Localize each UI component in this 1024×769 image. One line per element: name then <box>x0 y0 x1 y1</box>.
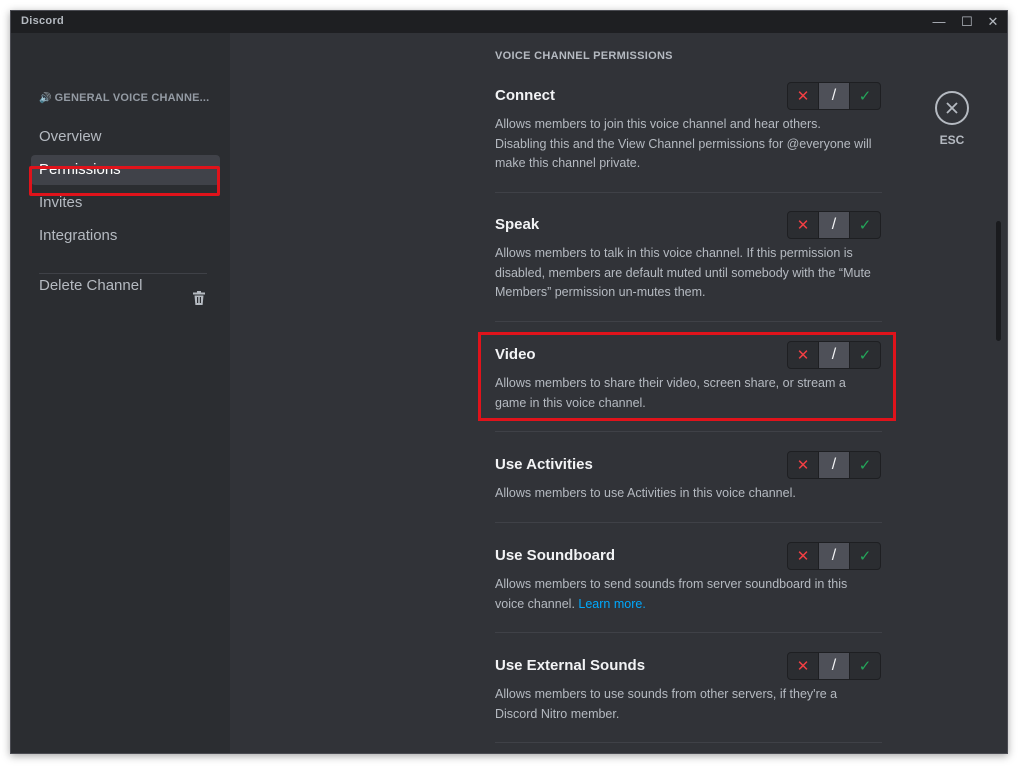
sidebar-item-label: Integrations <box>39 227 118 244</box>
sidebar-item-overview[interactable]: Overview <box>31 122 220 152</box>
sidebar-item-label: Invites <box>39 194 83 211</box>
deny-icon[interactable]: ✕ <box>788 452 818 478</box>
deny-icon[interactable]: ✕ <box>788 83 818 109</box>
permission-description: Allows members to use sounds from other … <box>495 687 838 721</box>
permission-description: Allows members to join this voice channe… <box>495 117 872 170</box>
speaker-icon: 🔊 <box>39 93 52 104</box>
permission-name: Connect <box>495 87 555 104</box>
channel-header: 🔊 GENERAL VOICE CHANNE... <box>39 92 209 104</box>
permission-toggle: ✕ / ✓ <box>787 82 881 110</box>
permission-toggle: ✕ / ✓ <box>787 211 881 239</box>
app-title: Discord <box>21 15 65 27</box>
allow-icon[interactable]: ✓ <box>849 653 880 679</box>
permission-name: Speak <box>495 216 540 233</box>
close-settings-button[interactable] <box>935 91 969 125</box>
channel-header-label: GENERAL VOICE CHANNE... <box>54 92 210 104</box>
permission-divider <box>495 192 882 193</box>
sidebar-item-label: Overview <box>39 128 102 145</box>
permission-description-text: Allows members to send sounds from serve… <box>495 577 848 611</box>
discord-window: Discord — ☐ ✕ 🔊 GENERAL VOICE CHANNE... O… <box>10 10 1008 754</box>
permission-toggle: ✕ / ✓ <box>787 451 881 479</box>
allow-icon[interactable]: ✓ <box>849 212 880 238</box>
permission-toggle: ✕ / ✓ <box>787 542 881 570</box>
permission-name: Use Soundboard <box>495 547 616 564</box>
trash-icon[interactable] <box>193 291 205 305</box>
maximize-icon[interactable]: ☐ <box>953 11 981 33</box>
learn-more-link[interactable]: Learn more. <box>578 597 645 611</box>
neutral-icon[interactable]: / <box>818 543 849 569</box>
allow-icon[interactable]: ✓ <box>849 543 880 569</box>
permission-description: Allows members to use Activities in this… <box>495 486 796 500</box>
settings-sidebar: 🔊 GENERAL VOICE CHANNE... Overview Permis… <box>11 33 230 753</box>
sidebar-item-invites[interactable]: Invites <box>31 188 220 218</box>
permission-name: Use Activities <box>495 456 593 473</box>
neutral-icon[interactable]: / <box>818 653 849 679</box>
permission-description: Allows members to talk in this voice cha… <box>495 246 871 299</box>
permission-divider <box>495 321 882 322</box>
section-title: VOICE CHANNEL PERMISSIONS <box>495 50 673 62</box>
deny-icon[interactable]: ✕ <box>788 653 818 679</box>
permission-divider <box>495 431 882 432</box>
permission-divider <box>495 632 882 633</box>
delete-channel-label: Delete Channel <box>39 277 143 294</box>
title-bar: Discord — ☐ ✕ <box>11 11 1007 33</box>
neutral-icon[interactable]: / <box>818 452 849 478</box>
permission-toggle: ✕ / ✓ <box>787 652 881 680</box>
allow-icon[interactable]: ✓ <box>849 83 880 109</box>
esc-label: ESC <box>939 133 965 147</box>
close-icon <box>946 102 958 114</box>
close-window-icon[interactable]: ✕ <box>979 11 1007 33</box>
neutral-icon[interactable]: / <box>818 212 849 238</box>
scrollbar-thumb[interactable] <box>996 221 1001 341</box>
sidebar-item-integrations[interactable]: Integrations <box>31 221 220 251</box>
deny-icon[interactable]: ✕ <box>788 543 818 569</box>
permission-divider <box>495 522 882 523</box>
minimize-icon[interactable]: — <box>925 11 953 33</box>
permission-description: Allows members to send sounds from serve… <box>495 575 875 614</box>
deny-icon[interactable]: ✕ <box>788 212 818 238</box>
permission-name: Use External Sounds <box>495 657 646 674</box>
neutral-icon[interactable]: / <box>818 83 849 109</box>
delete-channel-button[interactable]: Delete Channel <box>31 271 191 301</box>
permission-divider <box>495 742 882 743</box>
allow-icon[interactable]: ✓ <box>849 452 880 478</box>
video-highlight-box <box>478 332 896 421</box>
